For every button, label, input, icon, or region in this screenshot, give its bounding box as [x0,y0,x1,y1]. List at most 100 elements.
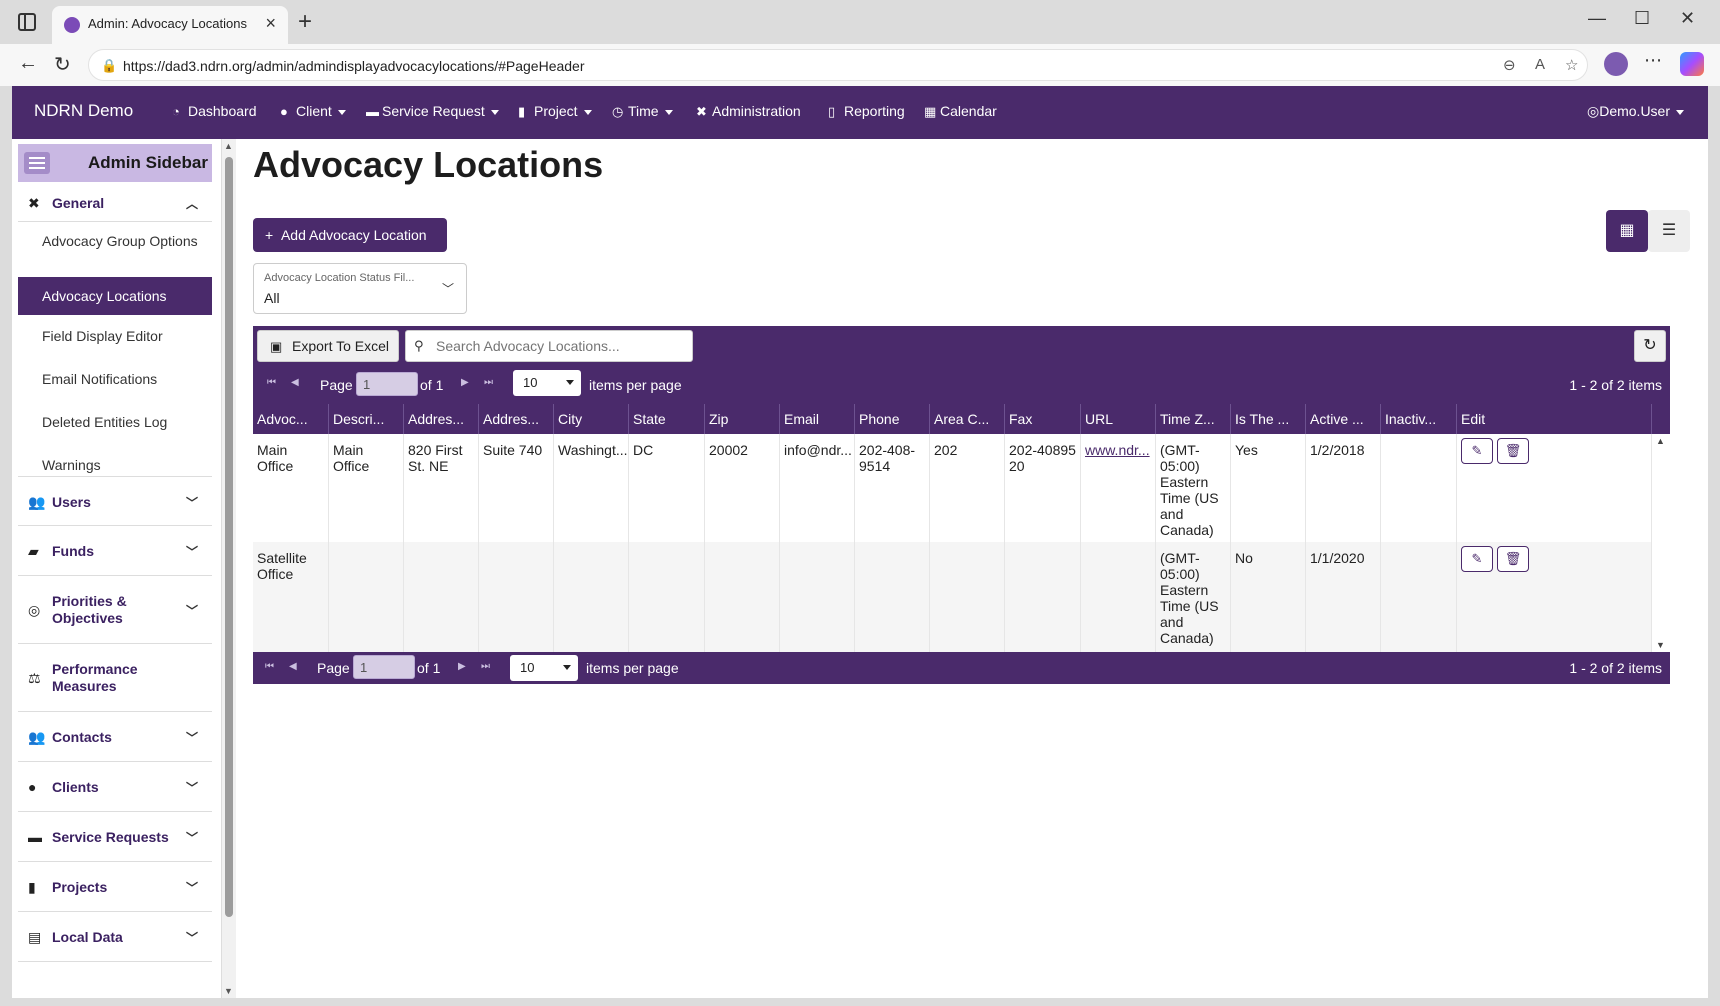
dashboard-icon: ◔ [172,104,180,119]
search-input[interactable] [436,335,686,357]
column-header[interactable]: Time Z... [1156,404,1231,434]
window-close-icon[interactable]: ✕ [1680,8,1695,29]
delete-button[interactable]: 🗑 [1497,546,1529,572]
last-page-icon[interactable]: ⏭ [481,661,490,672]
sidebar-section-priorities[interactable]: ◎ Priorities & Objectives ﹀ [18,576,212,644]
delete-button[interactable]: 🗑 [1497,438,1529,464]
scrollbar-thumb[interactable] [225,157,233,917]
grid-search[interactable]: ⚲ [405,330,693,362]
maximize-icon[interactable]: ☐ [1634,8,1650,29]
column-header[interactable]: Addres... [479,404,554,434]
more-menu-icon[interactable]: ⋯ [1644,50,1662,71]
filter-value: All [264,290,280,306]
nav-reporting[interactable]: ▯ Reporting [828,103,905,120]
browser-tab[interactable]: Admin: Advocacy Locations × [52,6,288,44]
sidebar-item-advocacy-locations[interactable]: Advocacy Locations [18,277,212,315]
sidebar-scrollbar[interactable]: ▲ ▼ [222,139,236,998]
sidebar-section-local-data[interactable]: ▤ Local Data ﹀ [18,912,212,962]
scroll-down-icon[interactable]: ▼ [224,986,233,996]
page-size-select[interactable]: 10 [510,655,578,681]
export-to-excel-button[interactable]: ▣ Export To Excel [257,330,399,362]
page-number-input[interactable]: 1 [353,655,415,679]
sidebar-section-contacts[interactable]: 👥 Contacts ﹀ [18,712,212,762]
grid-view-toggle[interactable]: ▦ [1606,210,1648,252]
status-filter-select[interactable]: Advocacy Location Status Fil... All ﹀ [253,263,467,314]
table-row[interactable]: Satellite Office (GMT-05:00) Eastern Tim… [253,542,1652,652]
grid-header: Advoc... Descri... Addres... Addres... C… [253,404,1670,434]
grid-scrollbar[interactable]: ▲ ▼ [1652,434,1670,652]
column-header[interactable]: URL [1081,404,1156,434]
url-text[interactable]: https://dad3.ndrn.org/admin/admindisplay… [123,58,585,74]
column-header[interactable]: Active ... [1306,404,1381,434]
prev-page-icon[interactable]: ◀ [289,661,297,672]
site-info-icon[interactable]: 🔒 [101,58,117,74]
nav-service-request[interactable]: ▬ Service Request [366,103,499,119]
column-header[interactable]: Edit [1457,404,1652,434]
scroll-up-icon[interactable]: ▲ [224,141,233,151]
column-header[interactable]: Area C... [930,404,1005,434]
column-header[interactable]: Inactiv... [1381,404,1457,434]
nav-calendar[interactable]: ▦ Calendar [924,103,997,120]
new-tab-icon[interactable]: + [298,8,312,36]
tab-close-icon[interactable]: × [265,13,276,34]
sidebar-section-funds[interactable]: ▰ Funds ﹀ [18,526,212,576]
chevron-down-icon: ﹀ [185,604,198,618]
scroll-up-icon[interactable]: ▲ [1656,436,1665,446]
plus-icon: + [265,227,274,243]
next-page-icon[interactable]: ▶ [458,661,466,672]
column-header[interactable]: State [629,404,705,434]
minimize-icon[interactable]: — [1588,8,1606,29]
column-header[interactable]: Email [780,404,855,434]
url-field[interactable]: 🔒 https://dad3.ndrn.org/admin/admindispl… [88,49,1588,81]
column-header[interactable]: City [554,404,629,434]
edit-button[interactable]: ✎ [1461,438,1493,464]
nav-project[interactable]: ▮ Project [518,103,592,120]
column-header[interactable]: Phone [855,404,930,434]
sidebar-toggle-icon[interactable] [18,13,36,31]
hamburger-icon[interactable] [24,152,50,174]
sidebar-section-clients[interactable]: ● Clients ﹀ [18,762,212,812]
nav-dashboard[interactable]: ◔ Dashboard [172,103,257,119]
last-page-icon[interactable]: ⏭ [484,377,493,388]
nav-client[interactable]: ● Client [280,103,346,119]
list-view-toggle[interactable]: ☰ [1648,210,1690,252]
sidebar-section-performance-measures[interactable]: ⚖ Performance Measures [18,644,212,712]
sidebar-section-users[interactable]: 👥 Users ﹀ [18,476,212,526]
sidebar-item-deleted-entities-log[interactable]: Deleted Entities Log [18,405,212,439]
reload-icon[interactable]: ↻ [54,52,71,77]
url-link[interactable]: www.ndr... [1085,442,1150,458]
first-page-icon[interactable]: ⏮ [265,661,274,672]
scroll-down-icon[interactable]: ▼ [1656,640,1665,650]
sidebar-section-projects[interactable]: ▮ Projects ﹀ [18,862,212,912]
nav-time[interactable]: ◷ Time [612,103,673,120]
brand-link[interactable]: NDRN Demo [34,101,133,121]
read-aloud-icon[interactable]: A [1535,56,1545,73]
edit-button[interactable]: ✎ [1461,546,1493,572]
prev-page-icon[interactable]: ◀ [291,377,299,388]
sidebar-item-email-notifications[interactable]: Email Notifications [18,362,212,396]
sidebar-section-service-requests[interactable]: ▬ Service Requests ﹀ [18,812,212,862]
add-advocacy-location-button[interactable]: + Add Advocacy Location [253,218,447,252]
next-page-icon[interactable]: ▶ [461,377,469,388]
column-header[interactable]: Advoc... [253,404,329,434]
favorite-star-icon[interactable]: ☆ [1565,56,1578,74]
nav-administration[interactable]: ✖ Administration [696,103,801,120]
back-icon[interactable]: ← [18,52,38,75]
first-page-icon[interactable]: ⏮ [267,377,276,388]
refresh-button[interactable]: ↻ [1634,330,1666,362]
page-number-input[interactable]: 1 [356,372,418,396]
sidebar-item-advocacy-group-options[interactable]: Advocacy Group Options [18,231,212,271]
column-header[interactable]: Addres... [404,404,479,434]
sidebar-section-general[interactable]: ✖ General ︿ [18,184,212,222]
column-header[interactable]: Descri... [329,404,404,434]
column-header[interactable]: Fax [1005,404,1081,434]
page-size-select[interactable]: 10 [513,370,581,396]
column-header[interactable]: Zip [705,404,780,434]
table-row[interactable]: Main Office Main Office 820 First St. NE… [253,434,1652,542]
user-menu[interactable]: ◎Demo.User [1587,103,1684,120]
column-header[interactable]: Is The ... [1231,404,1306,434]
copilot-icon[interactable] [1680,52,1704,76]
sidebar-item-field-display-editor[interactable]: Field Display Editor [18,319,212,353]
profile-avatar[interactable] [1604,52,1628,76]
zoom-icon[interactable]: ⊖ [1503,56,1516,74]
